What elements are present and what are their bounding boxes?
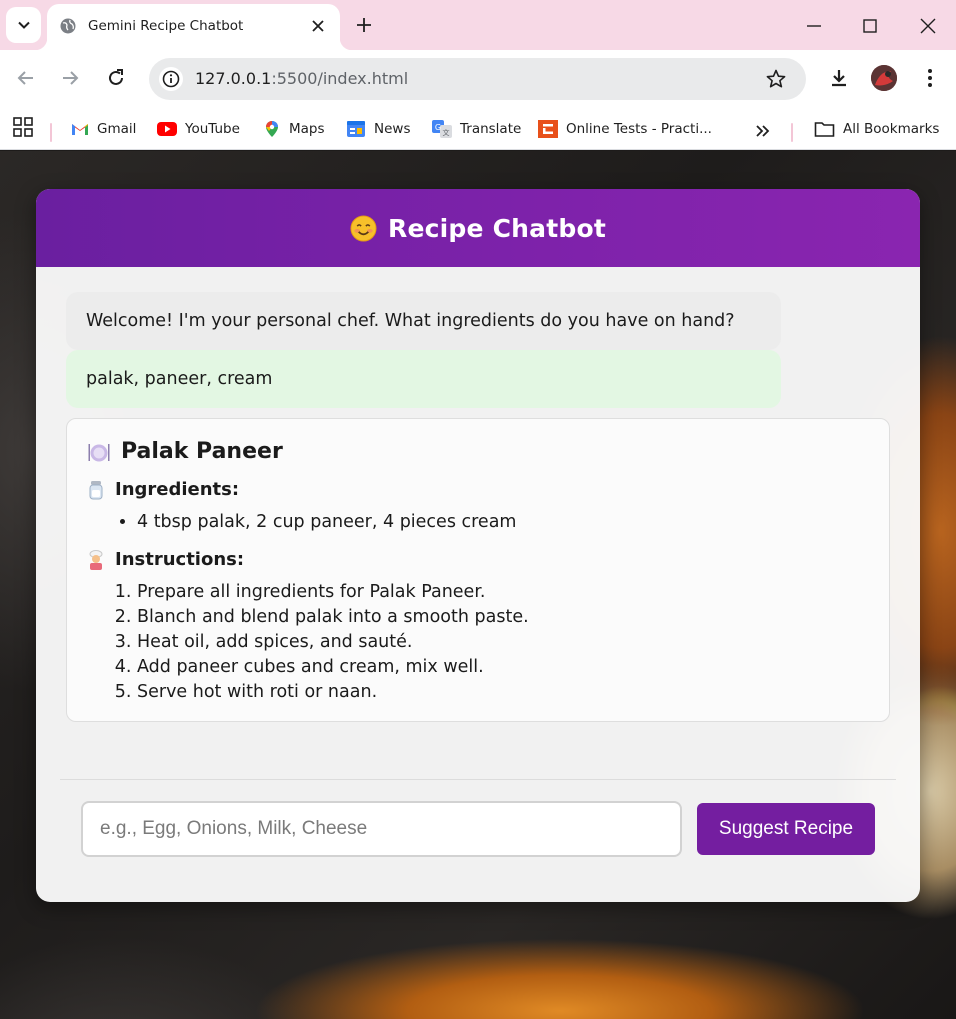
instructions-heading: Instructions: (87, 549, 244, 570)
bookmark-youtube[interactable]: YouTube (157, 116, 240, 142)
chevron-double-right-icon[interactable] (755, 124, 771, 138)
plate-with-cutlery-icon (88, 443, 110, 461)
url-path: :5500/index.html (271, 69, 409, 88)
bookmark-gmail[interactable]: Gmail (71, 116, 136, 142)
browser-titlebar: Gemini Recipe Chatbot (0, 0, 956, 50)
cook-icon (89, 549, 103, 570)
input-divider (60, 779, 896, 780)
page-background: Recipe Chatbot Welcome! I'm your persona… (0, 151, 956, 1019)
new-tab-plus-icon[interactable] (353, 14, 375, 36)
bookmark-label: Gmail (97, 121, 137, 137)
salt-shaker-icon (89, 480, 103, 499)
bookmark-online-tests[interactable]: Online Tests - Practi... (538, 116, 712, 142)
translate-icon: G文 (432, 120, 452, 138)
window-close-icon[interactable] (916, 14, 940, 38)
reload-icon[interactable] (105, 67, 127, 89)
maximize-icon[interactable] (858, 14, 882, 38)
bookmark-maps[interactable]: Maps (263, 116, 325, 142)
close-icon[interactable] (309, 17, 327, 35)
recipe-name: Palak Paneer (121, 439, 283, 464)
online-tests-icon (538, 120, 558, 138)
instructions-heading-label: Instructions: (115, 549, 245, 570)
svg-text:G: G (435, 123, 441, 132)
ingredients-input[interactable] (81, 801, 682, 857)
instruction-step: Add paneer cubes and cream, mix well. (137, 655, 529, 680)
recipe-card: Palak Paneer Ingredients: 4 tbsp palak, … (66, 418, 890, 722)
bookmarks-separator (50, 123, 52, 142)
bookmark-label: Online Tests - Practi... (566, 121, 712, 137)
gmail-icon (72, 124, 88, 135)
url-text: 127.0.0.1:5500/index.html (195, 69, 408, 88)
bookmarks-separator (791, 123, 793, 142)
bookmarks-bar: Gmail YouTube Maps News G文 Translate Onl… (0, 108, 956, 150)
instruction-step: Blanch and blend palak into a smooth pas… (137, 605, 529, 630)
smiling-face-icon (350, 214, 377, 242)
ingredients-heading-label: Ingredients: (115, 479, 240, 500)
more-vert-icon[interactable] (919, 67, 941, 89)
maps-icon (266, 121, 278, 137)
all-bookmarks-label: All Bookmarks (843, 121, 940, 137)
download-icon[interactable] (828, 67, 850, 89)
browser-toolbar: 127.0.0.1:5500/index.html (0, 50, 956, 108)
browser-tab-active[interactable]: Gemini Recipe Chatbot (35, 4, 352, 50)
instruction-step: Heat oil, add spices, and sauté. (137, 630, 529, 655)
ingredient-item: 4 tbsp palak, 2 cup paneer, 4 pieces cre… (137, 510, 516, 535)
avatar-image-icon (871, 65, 897, 91)
info-icon (162, 70, 180, 88)
bookmark-label: YouTube (185, 121, 240, 137)
instruction-step: Serve hot with roti or naan. (137, 680, 529, 705)
back-arrow-icon[interactable] (15, 67, 37, 89)
profile-avatar[interactable] (871, 65, 897, 91)
all-bookmarks-folder[interactable]: All Bookmarks (814, 116, 939, 142)
chevron-down-icon (17, 21, 30, 29)
instruction-step: Prepare all ingredients for Palak Paneer… (137, 580, 529, 605)
tab-title: Gemini Recipe Chatbot (88, 18, 244, 34)
news-icon (347, 121, 365, 137)
apps-grid-icon[interactable] (13, 117, 33, 137)
bookmark-star-icon[interactable] (765, 68, 787, 90)
folder-icon (814, 122, 835, 137)
url-host: 127.0.0.1 (195, 69, 272, 88)
globe-icon (60, 18, 76, 34)
svg-text:文: 文 (443, 128, 450, 137)
bot-message: Welcome! I'm your personal chef. What in… (66, 292, 781, 350)
bookmark-news[interactable]: News (346, 116, 410, 142)
forward-arrow-icon[interactable] (59, 67, 81, 89)
bookmark-label: Maps (289, 121, 325, 137)
chatbot-header: Recipe Chatbot (36, 189, 920, 267)
recipe-title: Palak Paneer (87, 439, 283, 464)
address-bar[interactable]: 127.0.0.1:5500/index.html (149, 58, 806, 100)
page-title: Recipe Chatbot (388, 213, 606, 243)
ingredients-list: 4 tbsp palak, 2 cup paneer, 4 pieces cre… (137, 510, 516, 535)
site-info-button[interactable] (159, 67, 183, 91)
bookmark-label: News (374, 121, 411, 137)
user-message: palak, paneer, cream (66, 350, 781, 408)
minimize-icon[interactable] (802, 14, 826, 38)
bookmark-translate[interactable]: G文 Translate (432, 116, 521, 142)
chatbot-card: Recipe Chatbot Welcome! I'm your persona… (36, 189, 920, 902)
ingredients-heading: Ingredients: (87, 479, 239, 500)
bookmark-label: Translate (460, 121, 522, 137)
youtube-icon (157, 122, 177, 136)
instructions-list: Prepare all ingredients for Palak Paneer… (137, 580, 529, 705)
suggest-recipe-button[interactable]: Suggest Recipe (697, 803, 875, 855)
